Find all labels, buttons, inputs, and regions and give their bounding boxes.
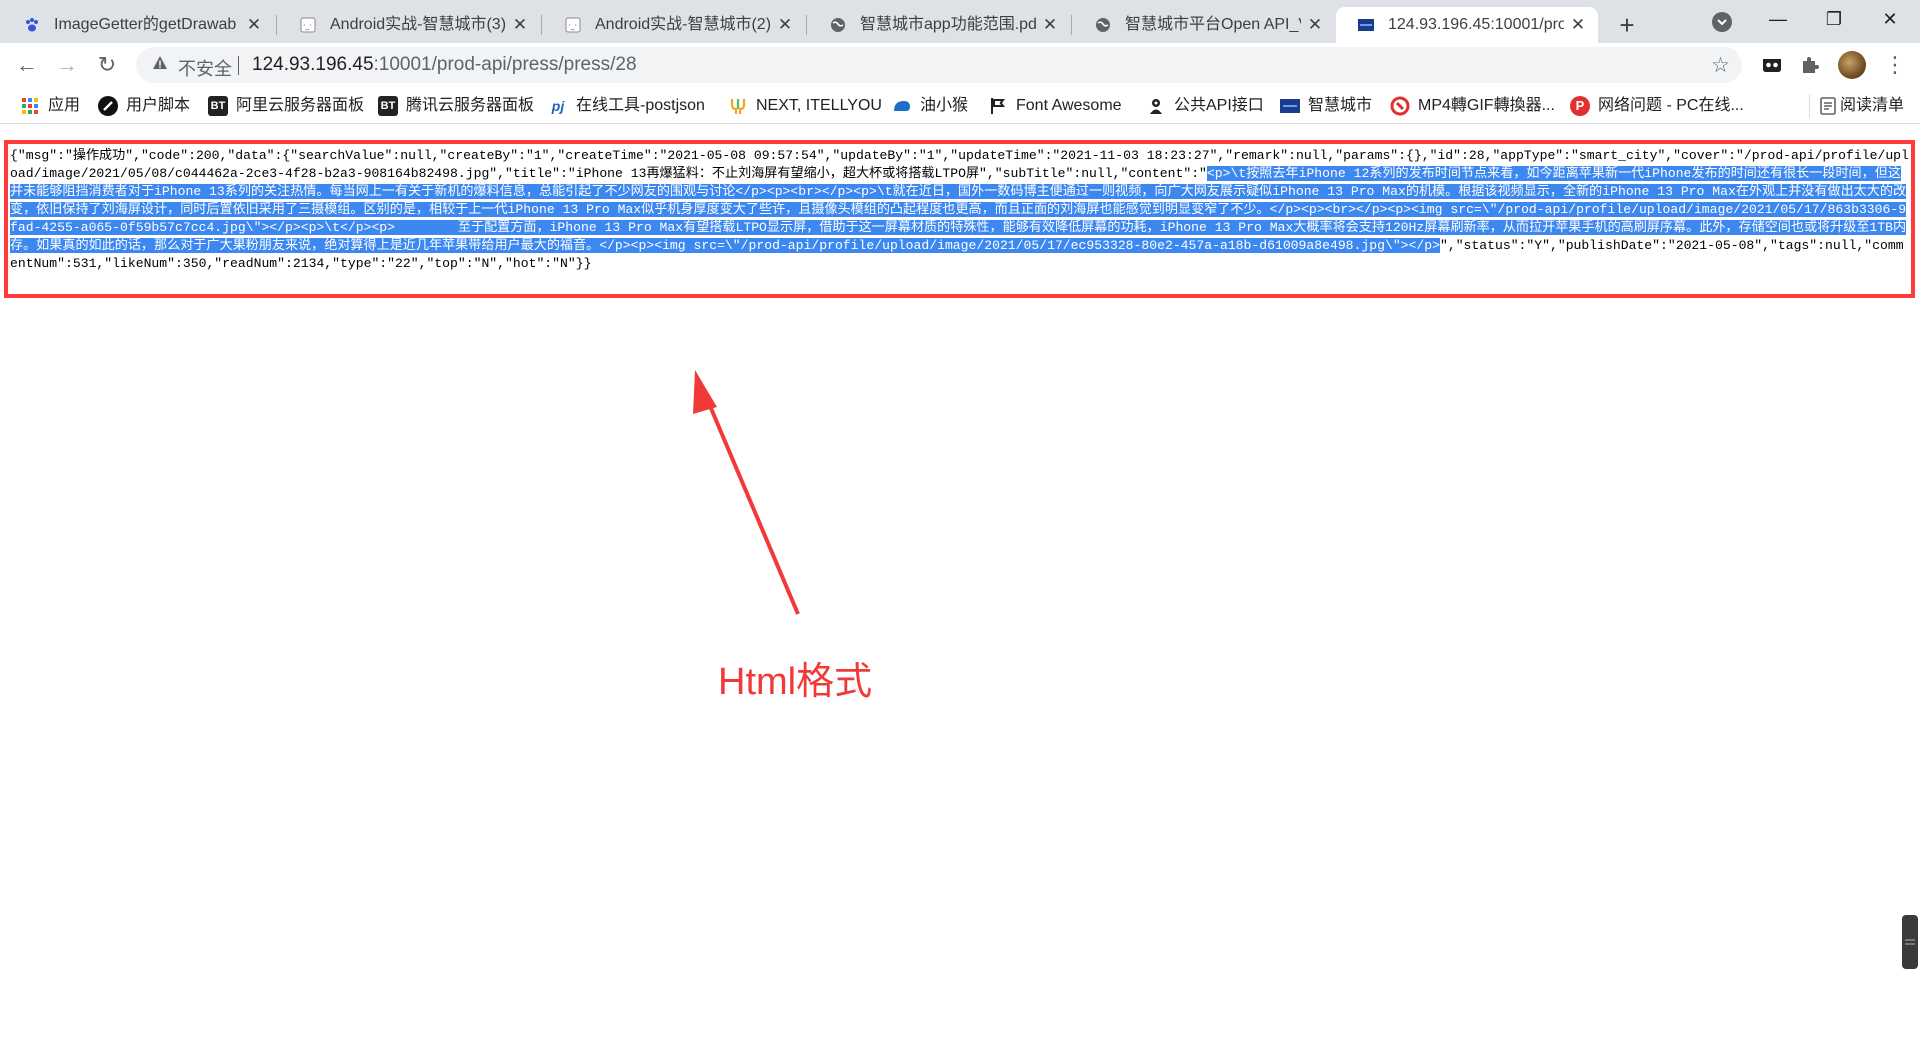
bookmark-label: 网络问题 - PC在线... <box>1598 97 1744 114</box>
minimize-button[interactable]: — <box>1748 0 1808 40</box>
apps-grid-icon <box>20 96 40 116</box>
warning-triangle-icon[interactable] <box>152 55 168 76</box>
bookmark-apps[interactable]: 应用 <box>20 94 80 118</box>
baidu-paw-icon <box>24 17 40 33</box>
bookmark-public-api[interactable]: 公共API接口 <box>1146 94 1264 118</box>
close-icon[interactable]: ✕ <box>777 7 793 43</box>
tab-separator <box>541 15 542 35</box>
bookmark-label: NEXT, ITELLYOU <box>756 97 882 114</box>
annotation-label: Html格式 <box>718 661 873 703</box>
tab-separator <box>276 15 277 35</box>
close-icon[interactable]: ✕ <box>512 7 528 43</box>
mp4-gif-icon <box>1390 96 1410 116</box>
site-icon <box>1358 17 1374 33</box>
extensions-puzzle-icon[interactable] <box>1798 53 1822 77</box>
url-text[interactable]: 124.93.196.45:10001/prod-api/press/press… <box>252 54 637 76</box>
tab-search-icon[interactable] <box>1712 12 1732 32</box>
bookmark-label: 腾讯云服务器面板 <box>406 97 535 114</box>
tab-smartcity-openapi[interactable]: 智慧城市平台Open API_V.2 ✕ <box>1073 7 1335 43</box>
bookmark-label: 智慧城市 <box>1308 97 1373 114</box>
svg-text:·_·: ·_· <box>568 21 577 30</box>
tab-imagegetter[interactable]: ImageGetter的getDrawab ✕ <box>2 7 274 43</box>
tab-title: Android实战-智慧城市(2) | <box>595 16 771 33</box>
extension-mask-icon[interactable] <box>1760 53 1784 77</box>
globe-icon <box>830 17 846 33</box>
bt-panel-icon: BT <box>208 96 228 116</box>
page-content: {"msg":"操作成功","code":200,"data":{"search… <box>0 124 1920 1042</box>
address-bar[interactable]: 不安全 124.93.196.45:10001/prod-api/press/p… <box>136 47 1742 83</box>
insecure-label[interactable]: 不安全 <box>178 55 232 81</box>
close-icon[interactable]: ✕ <box>1307 7 1323 43</box>
bookmarks-bar: 应用 用户脚本 BT 阿里云服务器面板 BT 腾讯云服务器面板 pj 在线工具-… <box>0 88 1920 124</box>
forward-button[interactable]: → <box>51 49 83 81</box>
juejin-icon: ·_· <box>300 17 316 33</box>
close-icon[interactable]: ✕ <box>1042 7 1058 43</box>
bookmark-label: MP4轉GIF轉換器... <box>1418 97 1555 114</box>
tab-title: 124.93.196.45:10001/prod <box>1388 16 1564 33</box>
window-close-button[interactable]: ✕ <box>1860 0 1920 40</box>
tab-strip: ImageGetter的getDrawab ✕ ·_· Android实战-智慧… <box>0 0 1920 43</box>
greasyfork-icon <box>892 96 912 116</box>
bookmark-label: 公共API接口 <box>1174 97 1264 114</box>
close-icon[interactable]: ✕ <box>1570 7 1586 43</box>
bookmark-label: 阿里云服务器面板 <box>236 97 365 114</box>
bookmark-itellyou[interactable]: NEXT, ITELLYOU <box>728 94 882 118</box>
smart-city-icon <box>1280 96 1300 116</box>
bookmark-smart-city[interactable]: 智慧城市 <box>1280 94 1372 118</box>
back-button[interactable]: ← <box>11 49 43 81</box>
globe-icon <box>1095 17 1111 33</box>
public-api-icon <box>1146 96 1166 116</box>
browser-toolbar: ← → ↻ 不安全 124.93.196.45:10001/prod-api/p… <box>0 43 1920 88</box>
bookmark-label: 用户脚本 <box>126 97 191 114</box>
bookmark-postjson[interactable]: pj 在线工具-postjson <box>548 94 705 118</box>
tab-separator <box>1071 15 1072 35</box>
tab-title: 智慧城市app功能范围.pdf <box>860 16 1036 33</box>
bookmark-label: Font Awesome <box>1016 97 1122 114</box>
bt-panel-icon: BT <box>378 96 398 116</box>
tab-title: 智慧城市平台Open API_V.2 <box>1125 16 1301 33</box>
url-path: :10001/prod-api/press/press/28 <box>373 54 637 75</box>
browser-menu-icon[interactable]: ⋮ <box>1884 51 1906 79</box>
pinduo-icon: P <box>1570 96 1590 116</box>
tab-android-smartcity-3[interactable]: ·_· Android实战-智慧城市(3) | ✕ <box>278 7 540 43</box>
bookmark-font-awesome[interactable]: Font Awesome <box>988 94 1122 118</box>
maximize-button[interactable]: ❐ <box>1804 0 1864 40</box>
close-icon[interactable]: ✕ <box>246 7 262 43</box>
bookmark-label: 油小猴 <box>920 97 969 114</box>
bookmark-label: 应用 <box>48 97 81 114</box>
bookmark-star-icon[interactable]: ☆ <box>1711 53 1730 78</box>
reading-list-icon <box>1820 97 1836 123</box>
tab-smartcity-pdf[interactable]: 智慧城市app功能范围.pdf ✕ <box>808 7 1070 43</box>
bookmark-network-issue[interactable]: P 网络问题 - PC在线... <box>1570 94 1744 118</box>
svg-text:·_·: ·_· <box>303 21 312 30</box>
juejin-icon: ·_· <box>565 17 581 33</box>
reload-button[interactable]: ↻ <box>91 49 123 81</box>
url-host: 124.93.196.45 <box>252 54 374 75</box>
reading-list-button[interactable]: 阅读清单 <box>1808 94 1904 118</box>
profile-avatar[interactable] <box>1838 51 1866 79</box>
bookmark-greasy[interactable]: 油小猴 <box>892 94 968 118</box>
reading-list-label: 阅读清单 <box>1839 97 1904 114</box>
font-awesome-icon <box>988 96 1008 116</box>
tab-title: ImageGetter的getDrawab <box>54 16 237 33</box>
userscript-icon <box>98 96 118 116</box>
bookmark-tencent-panel[interactable]: BT 腾讯云服务器面板 <box>378 94 534 118</box>
itellyou-icon <box>728 96 748 116</box>
url-divider <box>238 56 239 75</box>
new-tab-button[interactable]: + <box>1611 9 1643 41</box>
pj-icon: pj <box>551 98 565 114</box>
tab-android-smartcity-2[interactable]: ·_· Android实战-智慧城市(2) | ✕ <box>543 7 805 43</box>
tab-title: Android实战-智慧城市(3) | <box>330 16 506 33</box>
tab-separator <box>806 15 807 35</box>
tab-active-press-api[interactable]: 124.93.196.45:10001/prod ✕ <box>1336 7 1598 43</box>
bookmark-label: 在线工具-postjson <box>576 97 705 114</box>
bookmark-mp4-gif[interactable]: MP4轉GIF轉換器... <box>1390 94 1555 118</box>
annotation-arrow <box>693 370 800 615</box>
bookmark-userscript[interactable]: 用户脚本 <box>98 94 190 118</box>
scroll-handle[interactable] <box>1902 915 1918 969</box>
bookmark-aliyun-panel[interactable]: BT 阿里云服务器面板 <box>208 94 364 118</box>
